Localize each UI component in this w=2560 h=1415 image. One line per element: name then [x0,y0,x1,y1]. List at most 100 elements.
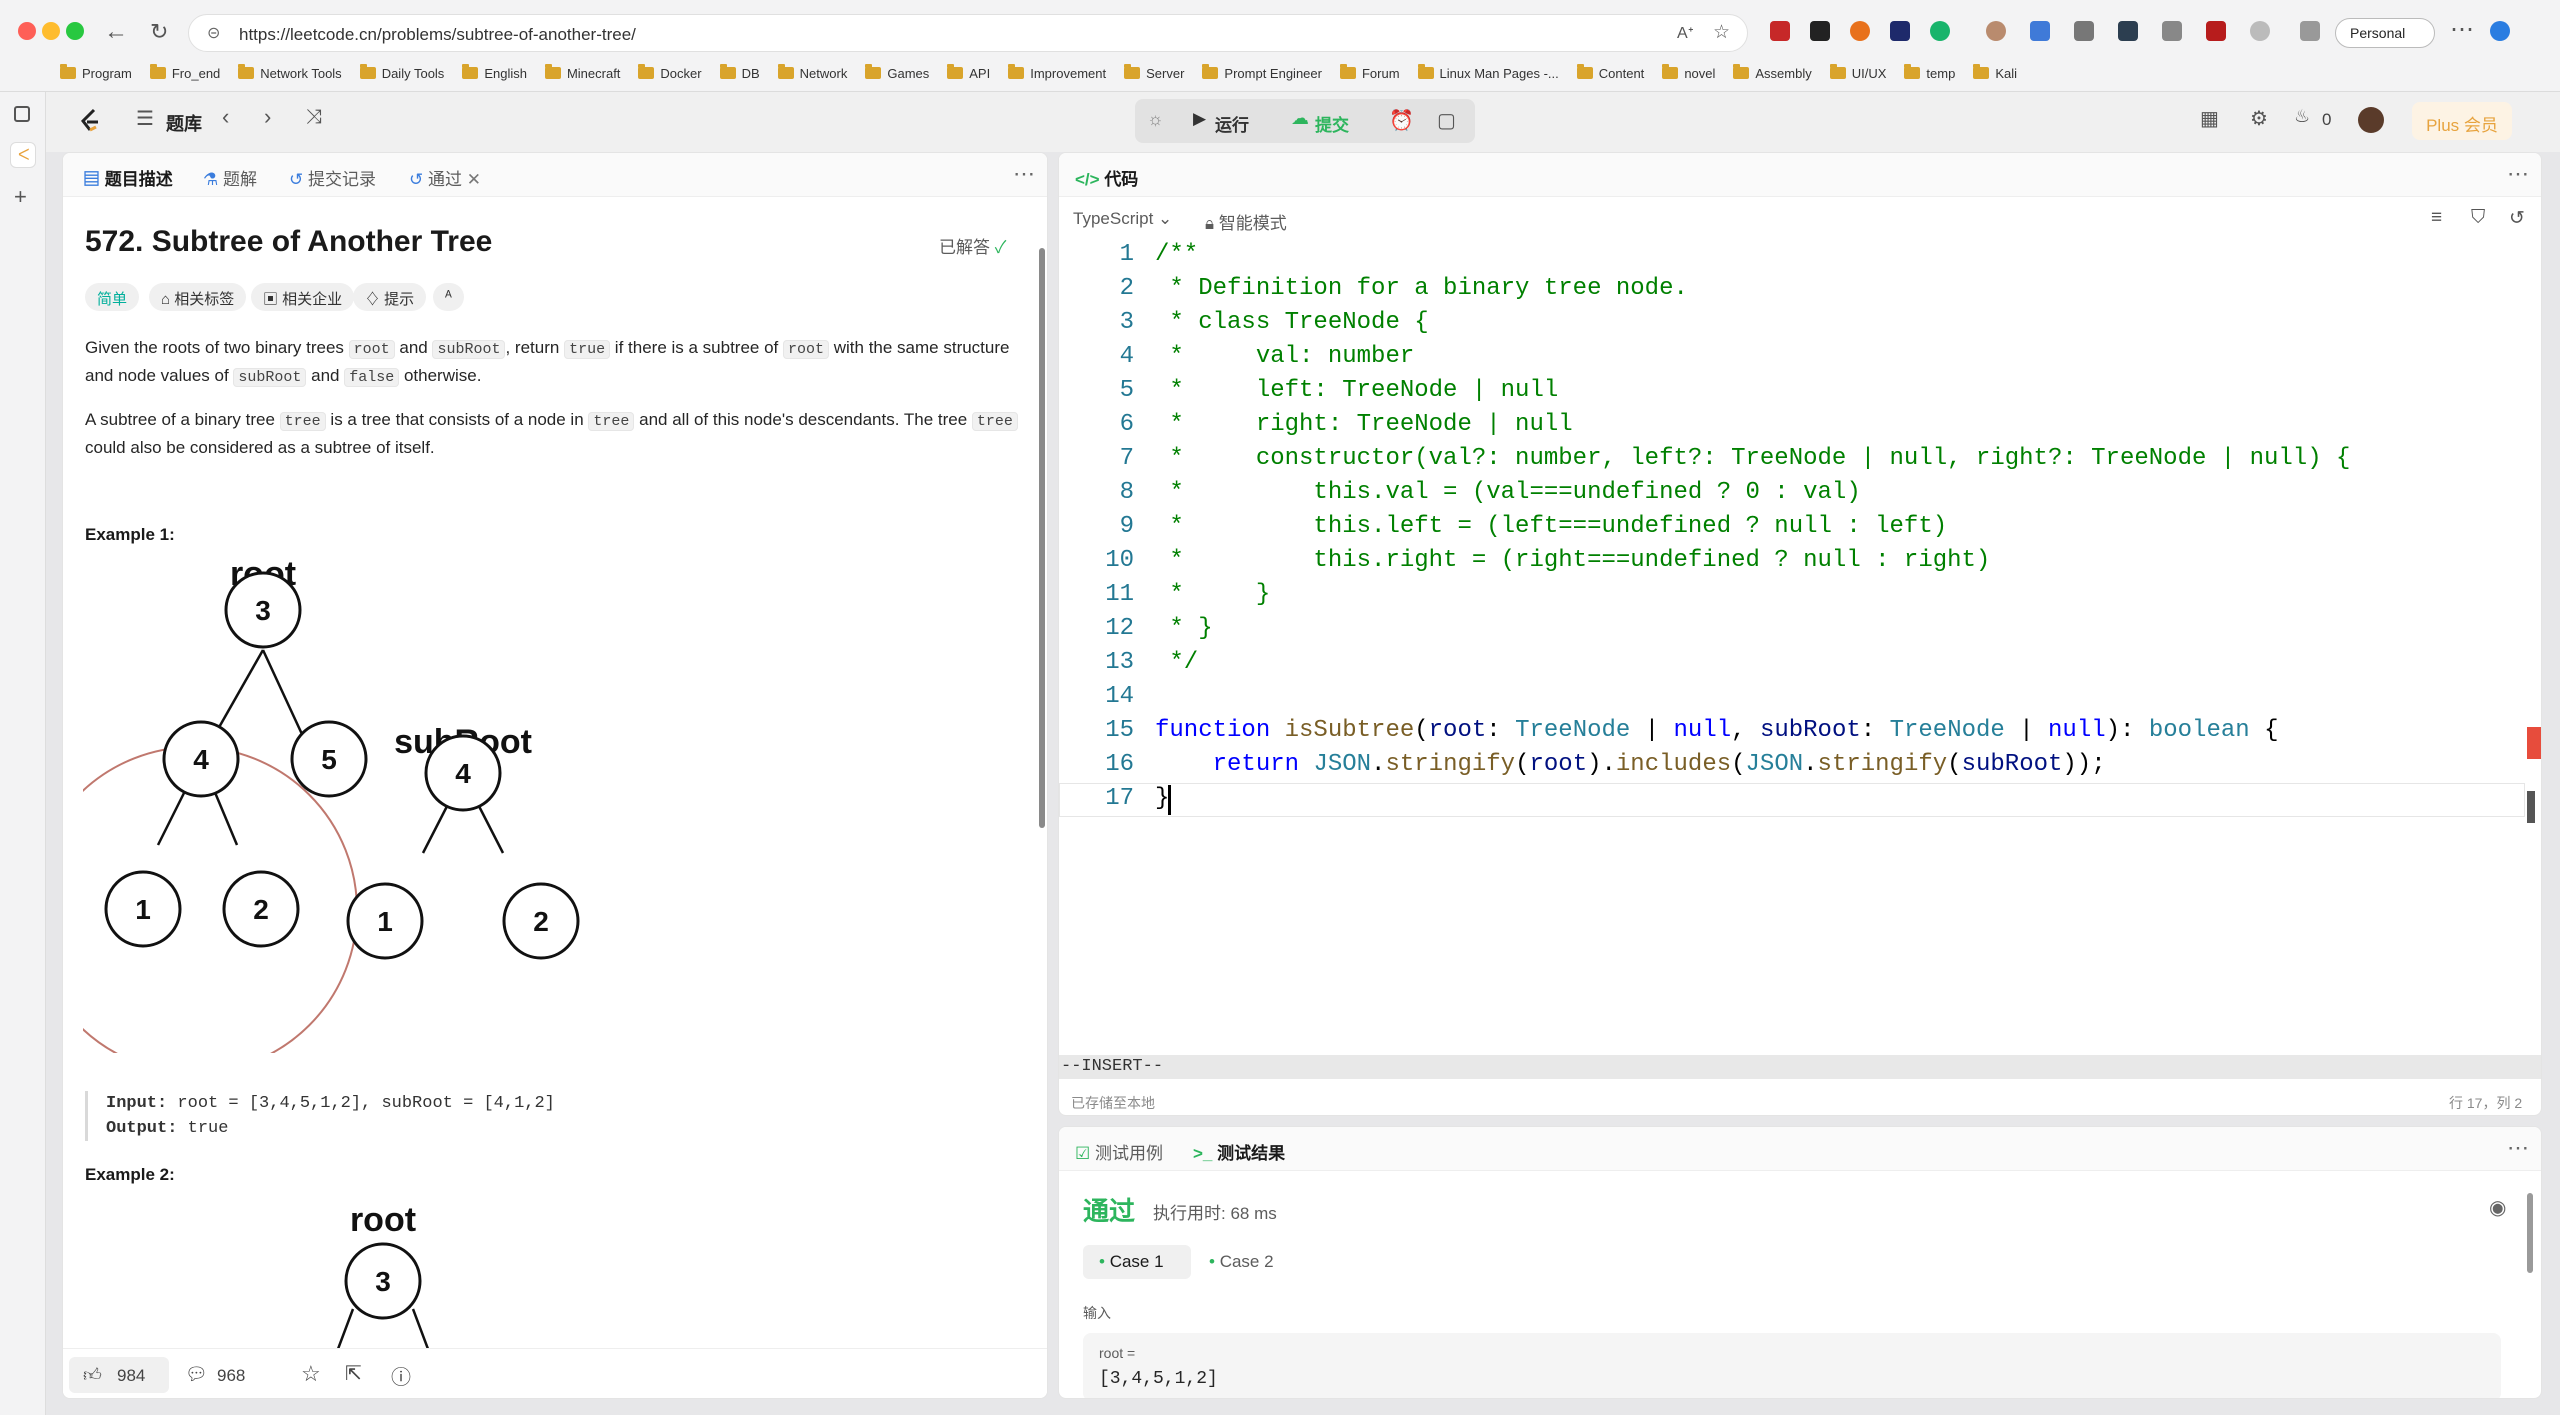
more-options-icon[interactable]: ⋯ [1013,161,1035,187]
code-line[interactable]: /** [1155,241,1198,268]
bookmark-item[interactable]: Docker [638,62,702,84]
grammarly-icon[interactable] [1930,21,1950,41]
leetcode-tab-icon[interactable]: ᐸ [10,142,36,168]
bookmark-item[interactable]: Kali [1973,62,2017,84]
difficulty-badge[interactable]: 简单 [85,283,140,311]
tab-description[interactable]: ▤ 题目描述 [83,165,173,190]
address-bar[interactable]: ⊝ https://leetcode.cn/problems/subtree-o… [188,14,1748,52]
code-line[interactable]: * } [1155,615,1212,642]
read-aloud-icon[interactable]: Aᐩ [1677,23,1694,43]
comments-button[interactable]: 💬︎ 968 [179,1357,269,1393]
tab-submissions[interactable]: ↺ 提交记录 [289,165,376,190]
streak-fire-icon[interactable]: ♨ [2294,106,2310,127]
tab-testcase[interactable]: ☑ 测试用例 [1075,1139,1163,1164]
bookmark-item[interactable]: Assembly [1733,62,1812,84]
extension-icon[interactable] [2206,21,2226,41]
bookmark-item[interactable]: temp [1904,62,1955,84]
reload-icon[interactable]: ↻ [150,18,168,46]
extension-icon[interactable] [1890,21,1910,41]
prev-problem-icon[interactable]: ‹ [222,104,229,130]
tab-test-result[interactable]: >_ 测试结果 [1193,1139,1285,1164]
user-avatar[interactable] [2358,107,2384,133]
code-line[interactable]: * class TreeNode { [1155,309,1428,336]
debug-icon[interactable]: ☼ [1147,109,1164,130]
like-button[interactable]: 👍︎ 984 [69,1357,169,1393]
code-line[interactable]: * this.right = (right===undefined ? null… [1155,547,1990,574]
more-options-icon[interactable]: ⋯ [2507,161,2529,187]
bookmark-item[interactable]: Network Tools [238,62,342,84]
code-editor[interactable]: 1 /** 2 * Definition for a binary tree nod… [1059,241,2541,991]
close-tab-icon[interactable]: ✕ [467,170,481,189]
bookmark-item[interactable]: Program [60,62,132,84]
code-line[interactable]: * val: number [1155,343,1414,370]
format-code-icon[interactable]: ≡ [2431,207,2442,229]
code-line[interactable]: * left: TreeNode | null [1155,377,1558,404]
bookmark-item[interactable]: Daily Tools [359,62,444,84]
favorite-star-icon[interactable]: ☆ [301,1361,321,1387]
extension-icon[interactable] [1770,21,1790,41]
bookmark-item[interactable]: DB [719,62,760,84]
plus-member-button[interactable]: Plus 会员 [2412,102,2512,140]
bookmark-item[interactable]: Server [1124,62,1184,84]
bookmark-item[interactable]: Games [865,62,929,84]
bookmark-item[interactable]: novel [1662,62,1715,84]
firefox-icon[interactable] [1850,21,1870,41]
more-menu-icon[interactable]: ⋯ [2450,16,2474,44]
bookmark-item[interactable]: Network [777,62,847,84]
split-screen-icon[interactable] [2300,21,2320,41]
code-line[interactable]: * this.left = (left===undefined ? null :… [1155,513,1947,540]
bookmark-item[interactable]: English [462,62,527,84]
extension-icon[interactable] [2250,21,2270,41]
tab-accepted[interactable]: ↺ 通过 ✕ [409,165,481,190]
code-line[interactable]: return JSON.stringify(root).includes(JSO… [1155,751,2106,778]
close-window-button[interactable] [18,22,36,40]
profile-button[interactable]: Personal [2335,18,2435,48]
code-tab[interactable]: </> 代码 [1075,165,1138,190]
case-2-tab[interactable]: • Case 2 [1209,1252,1274,1272]
more-options-icon[interactable]: ⋯ [2507,1135,2529,1161]
help-icon[interactable]: ⓘ [391,1361,411,1390]
reset-code-icon[interactable]: ↺ [2509,207,2525,230]
submit-button[interactable]: 提交 [1315,111,1349,136]
bookmark-item[interactable]: Minecraft [544,62,620,84]
extension-icon[interactable] [2074,21,2094,41]
favorite-star-icon[interactable]: ☆ [1713,21,1730,44]
zoom-window-button[interactable] [66,22,84,40]
code-line[interactable]: * this.val = (val===undefined ? 0 : val) [1155,479,1860,506]
tab-solutions[interactable]: ⚗ 题解 [203,165,257,190]
code-line[interactable]: * right: TreeNode | null [1155,411,1572,438]
extension-icon[interactable] [2162,21,2182,41]
code-line[interactable]: * constructor(val?: number, left?: TreeN… [1155,445,2350,472]
back-icon[interactable]: ← [104,18,128,46]
bookmark-item[interactable]: Prompt Engineer [1202,62,1322,84]
language-select[interactable]: TypeScript ⌄ [1073,209,1172,229]
bookmark-item[interactable]: Improvement [1008,62,1106,84]
random-problem-icon[interactable]: ⤨ [306,106,322,129]
hint-chip[interactable]: ♢ 提示 [353,283,427,311]
bookmark-item[interactable]: API [947,62,990,84]
related-companies-chip[interactable]: ▣ 相关企业 [251,283,355,311]
alarm-clock-icon[interactable]: ⏰ [1389,108,1414,133]
related-tags-chip[interactable]: ⌂ 相关标签 [149,283,247,311]
extension-icon[interactable] [1986,21,2006,41]
leetcode-logo-icon[interactable] [78,108,102,136]
extension-icon[interactable] [2030,21,2050,41]
new-tab-icon[interactable]: + [14,184,27,210]
extension-icon[interactable] [1810,21,1830,41]
translate-chip[interactable]: ᴬ [433,283,464,311]
layout-icon[interactable]: ▦ [2200,106,2219,131]
settings-gear-icon[interactable]: ⚙ [2250,106,2268,131]
code-line[interactable]: */ [1155,649,1198,676]
bookmark-item[interactable]: UI/UX [1829,62,1886,84]
code-line[interactable]: * } [1155,581,1270,608]
scrollbar-thumb[interactable] [1039,248,1045,828]
note-icon[interactable]: ▢ [1437,108,1456,133]
problem-list-link[interactable]: 题库 [166,110,202,136]
copilot-icon[interactable] [2490,21,2510,41]
bookmark-icon[interactable]: ⛉ [2471,207,2485,229]
minimize-window-button[interactable] [42,22,60,40]
share-icon[interactable]: ⇱ [345,1361,362,1386]
bookmark-item[interactable]: Linux Man Pages -... [1417,62,1559,84]
code-line[interactable]: function isSubtree(root: TreeNode | null… [1155,717,2278,744]
bookmark-item[interactable]: Forum [1339,62,1400,84]
